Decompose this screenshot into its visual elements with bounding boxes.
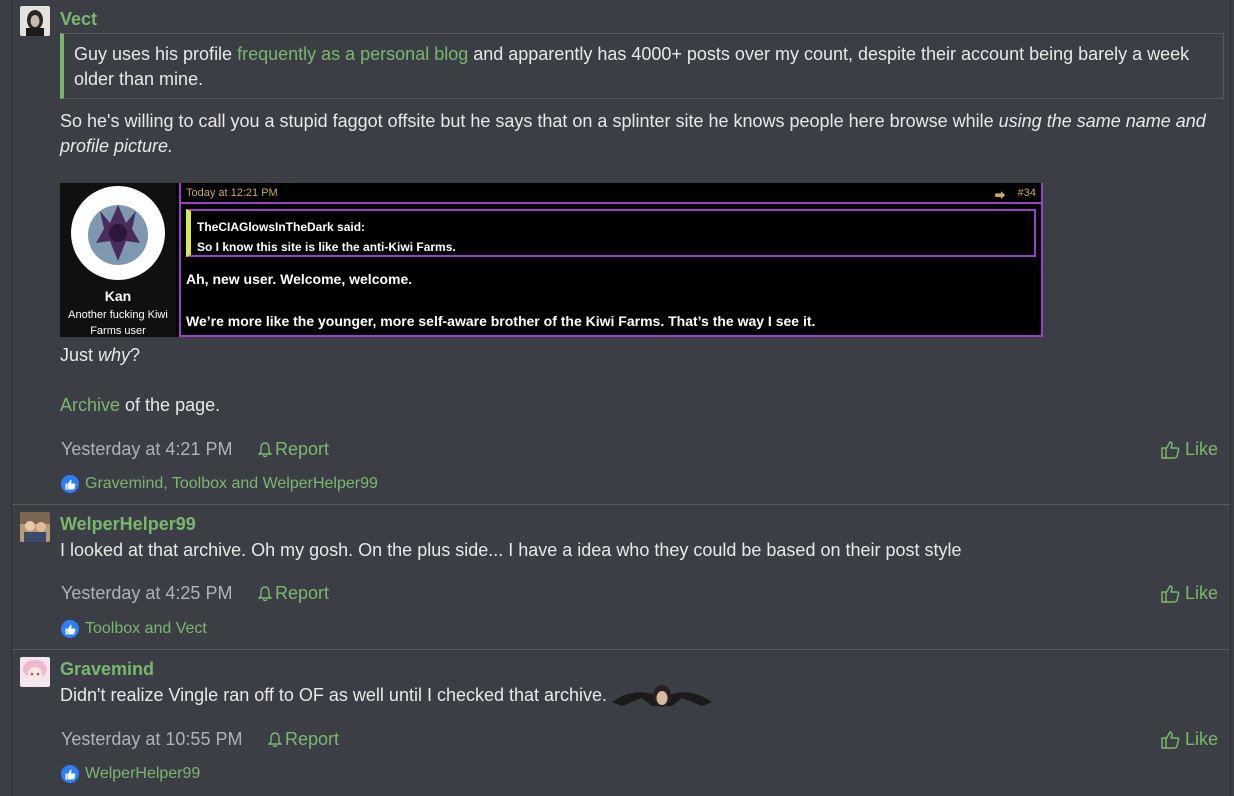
reactions-bar[interactable]: Gravemind, Toolbox and WelperHelper99 [61, 475, 378, 493]
like-button[interactable]: Like [1161, 583, 1218, 604]
thumbs-up-icon [1161, 441, 1180, 459]
like-button[interactable]: Like [1161, 439, 1218, 460]
report-label: Report [275, 439, 330, 459]
post-vect: Vect Guy uses his profile frequently as … [12, 0, 1230, 505]
bell-icon [268, 731, 282, 747]
embedded-screenshot[interactable]: Kan Another fucking Kiwi Farms user Toda… [60, 183, 1043, 337]
embed-post: Today at 12:21 PM ⮕ #34 TheCIAGlowsInThe… [179, 183, 1043, 337]
reactions-list: Toolbox and Vect [85, 620, 207, 637]
thumbs-up-icon [1161, 731, 1180, 749]
thread-container: Vect Guy uses his profile frequently as … [11, 0, 1231, 796]
embed-username: Kan [104, 288, 132, 304]
embed-quote: TheCIAGlowsInTheDark said: So I know thi… [186, 209, 1036, 257]
blockquote: Guy uses his profile frequently as a per… [60, 33, 1224, 99]
avatar[interactable] [20, 512, 50, 542]
embed-user-card: Kan Another fucking Kiwi Farms user [60, 183, 176, 337]
reactions-list: Gravemind, Toolbox and WelperHelper99 [85, 475, 378, 492]
like-reaction-icon [61, 620, 79, 638]
paragraph-end: ? [130, 345, 141, 365]
post-text: I looked at that archive. Oh my gosh. On… [60, 540, 962, 560]
embed-user-title: Another fucking Kiwi Farms user [68, 309, 168, 337]
post-timestamp[interactable]: Yesterday at 10:55 PM [61, 729, 242, 750]
post-gravemind: Gravemind Didn't realize Vingle ran off … [12, 649, 1230, 796]
post-paragraph: So he's willing to call you a stupid fag… [60, 109, 1220, 159]
like-label: Like [1184, 729, 1218, 749]
embed-header: Today at 12:21 PM ⮕ #34 [186, 187, 1036, 203]
embed-avatar-icon [71, 186, 165, 280]
post-timestamp[interactable]: Yesterday at 4:21 PM [61, 439, 232, 460]
embed-quote-text: So I know this site is like the anti-Kiw… [197, 240, 456, 254]
thumbs-up-icon [1161, 585, 1180, 603]
report-button[interactable]: Report [258, 583, 329, 604]
paragraph-emphasis: why [98, 345, 131, 365]
post-author[interactable]: Vect [60, 9, 97, 30]
embed-line-1: Ah, new user. Welcome, welcome. [186, 271, 413, 287]
like-button[interactable]: Like [1161, 729, 1218, 750]
avatar[interactable] [20, 657, 50, 687]
like-reaction-icon [61, 475, 79, 493]
embed-time: Today at 12:21 PM [186, 187, 278, 199]
post-paragraph-3: Archive of the page. [60, 393, 1220, 418]
embed-quote-author: TheCIAGlowsInTheDark said: [197, 220, 366, 234]
like-label: Like [1184, 583, 1218, 603]
bell-icon [258, 585, 272, 601]
reactions-list: WelperHelper99 [85, 765, 201, 782]
archive-link[interactable]: Archive [60, 395, 120, 415]
quote-text-before: Guy uses his profile [74, 44, 238, 64]
like-label: Like [1184, 439, 1218, 459]
report-button[interactable]: Report [268, 729, 339, 750]
post-author[interactable]: WelperHelper99 [60, 514, 196, 535]
post-paragraph-2: Just why? [60, 343, 1220, 368]
bell-icon [258, 441, 272, 457]
like-reaction-icon [61, 765, 79, 783]
share-icon: ⮕ [994, 190, 1006, 202]
avatar[interactable] [20, 6, 50, 36]
post-welperhelper99: WelperHelper99 I looked at that archive.… [12, 504, 1230, 650]
personal-blog-link[interactable]: frequently as a personal blog [237, 44, 468, 64]
paragraph-text: of the page. [120, 395, 221, 415]
post-timestamp[interactable]: Yesterday at 4:25 PM [61, 583, 232, 604]
post-author[interactable]: Gravemind [60, 659, 154, 680]
post-text-content: Didn't realize Vingle ran off to OF as w… [60, 685, 608, 705]
embed-post-number-text: #34 [1017, 187, 1036, 199]
report-label: Report [275, 583, 330, 603]
emoji-sticker-icon [612, 684, 713, 707]
paragraph-text: So he's willing to call you a stupid fag… [60, 111, 999, 131]
paragraph-text: Just [60, 345, 99, 365]
reactions-bar[interactable]: WelperHelper99 [61, 765, 200, 783]
reactions-bar[interactable]: Toolbox and Vect [61, 620, 207, 638]
report-button[interactable]: Report [258, 439, 329, 460]
embed-line-2: We’re more like the younger, more self-a… [186, 313, 816, 329]
embed-post-number: ⮕ #34 [995, 187, 1036, 203]
embed-divider [181, 202, 1041, 204]
post-text: Didn't realize Vingle ran off to OF as w… [60, 683, 1220, 708]
report-label: Report [285, 729, 340, 749]
